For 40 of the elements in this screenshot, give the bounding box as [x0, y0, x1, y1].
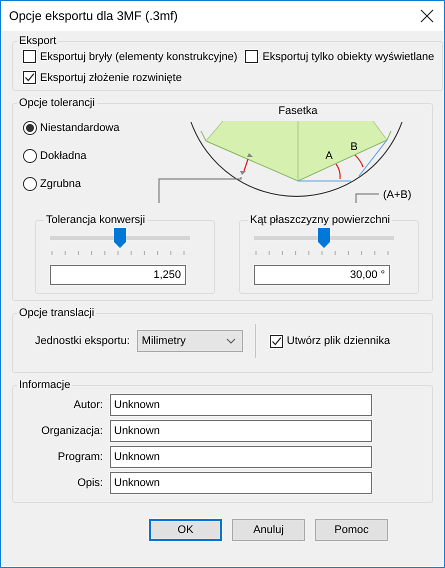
- text-field[interactable]: Unknown: [110, 394, 372, 416]
- field-label: Organizacja:: [40, 425, 103, 437]
- field-label: Autor:: [72, 399, 103, 411]
- radio-option[interactable]: Niestandardowa: [23, 121, 163, 135]
- dialog-button[interactable]: Anuluj: [232, 519, 305, 541]
- angle-label: B: [350, 141, 358, 153]
- radio-option[interactable]: Dokładna: [23, 149, 163, 163]
- group-label: Eksport: [18, 35, 58, 47]
- window-title: Opcje eksportu dla 3MF (.3mf): [9, 9, 178, 23]
- sum-label: (A+B): [383, 189, 412, 201]
- chevron-down-icon: [226, 338, 236, 344]
- checkbox-option[interactable]: Eksportuj tylko obiekty wyświetlane: [245, 50, 434, 63]
- group-label: Kąt płaszczyzny powierzchni: [249, 214, 392, 226]
- group-label: Informacje: [18, 379, 72, 391]
- dialog-button[interactable]: OK: [149, 519, 222, 541]
- group-label: Opcje translacji: [18, 307, 96, 319]
- slider-thumb[interactable]: [318, 228, 330, 248]
- slider-thumb[interactable]: [114, 228, 126, 248]
- value-field[interactable]: 1,250: [50, 265, 186, 285]
- checkbox-option[interactable]: Utwórz plik dziennika: [270, 334, 390, 348]
- checkbox-option[interactable]: Eksportuj złożenie rozwinięte: [23, 71, 238, 84]
- leader-line: [356, 194, 380, 204]
- group-label: Opcje tolerancji: [18, 97, 96, 109]
- field-label: Opis:: [76, 477, 103, 489]
- value-field[interactable]: 30,00 °: [254, 265, 390, 285]
- field-label: Program:: [56, 451, 103, 463]
- radio-option[interactable]: Zgrubna: [23, 177, 163, 191]
- close-icon[interactable]: [420, 9, 434, 23]
- checkbox-option[interactable]: Eksportuj bryły (elementy konstrukcyjne): [23, 50, 238, 63]
- check-icon: [270, 336, 282, 346]
- angle-label: A: [325, 150, 333, 162]
- dialog-button[interactable]: Pomoc: [315, 519, 388, 541]
- check-icon: [24, 72, 35, 83]
- units-label: Jednostki eksportu:: [35, 335, 130, 347]
- diagram-title: Fasetka: [278, 105, 318, 117]
- text-field[interactable]: Unknown: [110, 420, 372, 442]
- text-field[interactable]: Unknown: [110, 472, 372, 494]
- group-label: Tolerancja konwersji: [45, 214, 146, 226]
- text-field[interactable]: Unknown: [110, 446, 372, 468]
- units-dropdown[interactable]: Milimetry: [136, 330, 243, 352]
